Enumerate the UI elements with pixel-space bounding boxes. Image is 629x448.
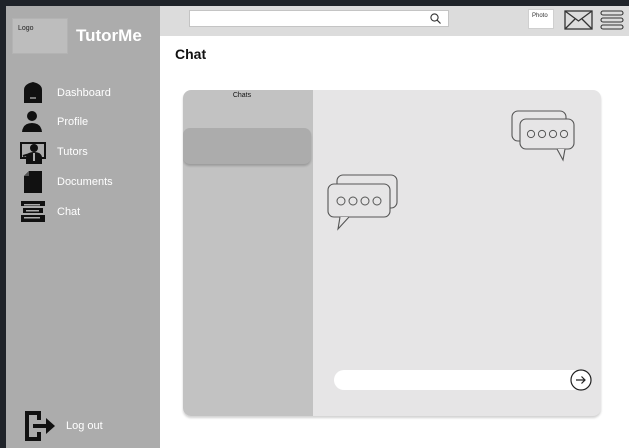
chat-bubble-icon — [327, 174, 398, 231]
logout-label: Log out — [66, 420, 103, 432]
sidebar-item-chat[interactable]: Chat — [20, 200, 154, 224]
chat-list-item[interactable] — [183, 128, 311, 164]
page-title: Chat — [175, 46, 207, 62]
sidebar-item-label: Tutors — [57, 146, 88, 158]
sidebar-item-documents[interactable]: Documents — [20, 170, 154, 194]
avatar-label: Photo — [532, 13, 548, 19]
home-icon — [24, 82, 42, 103]
send-button[interactable] — [570, 369, 592, 391]
logo: Logo — [12, 18, 68, 54]
menu-icon[interactable] — [600, 10, 624, 30]
chat-panel: Chats — [183, 90, 601, 416]
chat-list-title: Chats — [232, 92, 252, 99]
message-input[interactable] — [334, 370, 591, 390]
app-window: Logo TutorMe Dashboard Profile Tutors Do… — [6, 6, 629, 448]
tutor-icon — [20, 142, 46, 164]
sidebar-item-label: Chat — [57, 206, 81, 218]
chat-bubble-icon — [511, 110, 575, 162]
sidebar-item-profile[interactable]: Profile — [20, 110, 154, 134]
top-bar: Photo — [160, 6, 629, 36]
mail-icon[interactable] — [564, 10, 593, 30]
brand-name: TutorMe — [76, 26, 142, 45]
sidebar-item-dashboard[interactable]: Dashboard — [20, 81, 154, 105]
person-icon — [22, 111, 42, 132]
search-icon[interactable] — [429, 12, 442, 25]
logout-button[interactable]: Log out — [24, 410, 144, 442]
sidebar-item-label: Documents — [57, 176, 113, 188]
chat-list: Chats — [183, 90, 313, 416]
document-icon — [24, 171, 42, 193]
sidebar: Logo TutorMe Dashboard Profile Tutors Do… — [6, 6, 160, 448]
sidebar-item-label: Profile — [57, 116, 89, 128]
avatar[interactable]: Photo — [528, 9, 554, 29]
books-icon — [21, 201, 45, 222]
logout-icon — [25, 411, 55, 441]
logo-text: Logo — [18, 25, 34, 32]
search-input[interactable] — [189, 10, 449, 27]
sidebar-item-tutors[interactable]: Tutors — [20, 140, 154, 164]
sidebar-item-label: Dashboard — [57, 87, 111, 99]
